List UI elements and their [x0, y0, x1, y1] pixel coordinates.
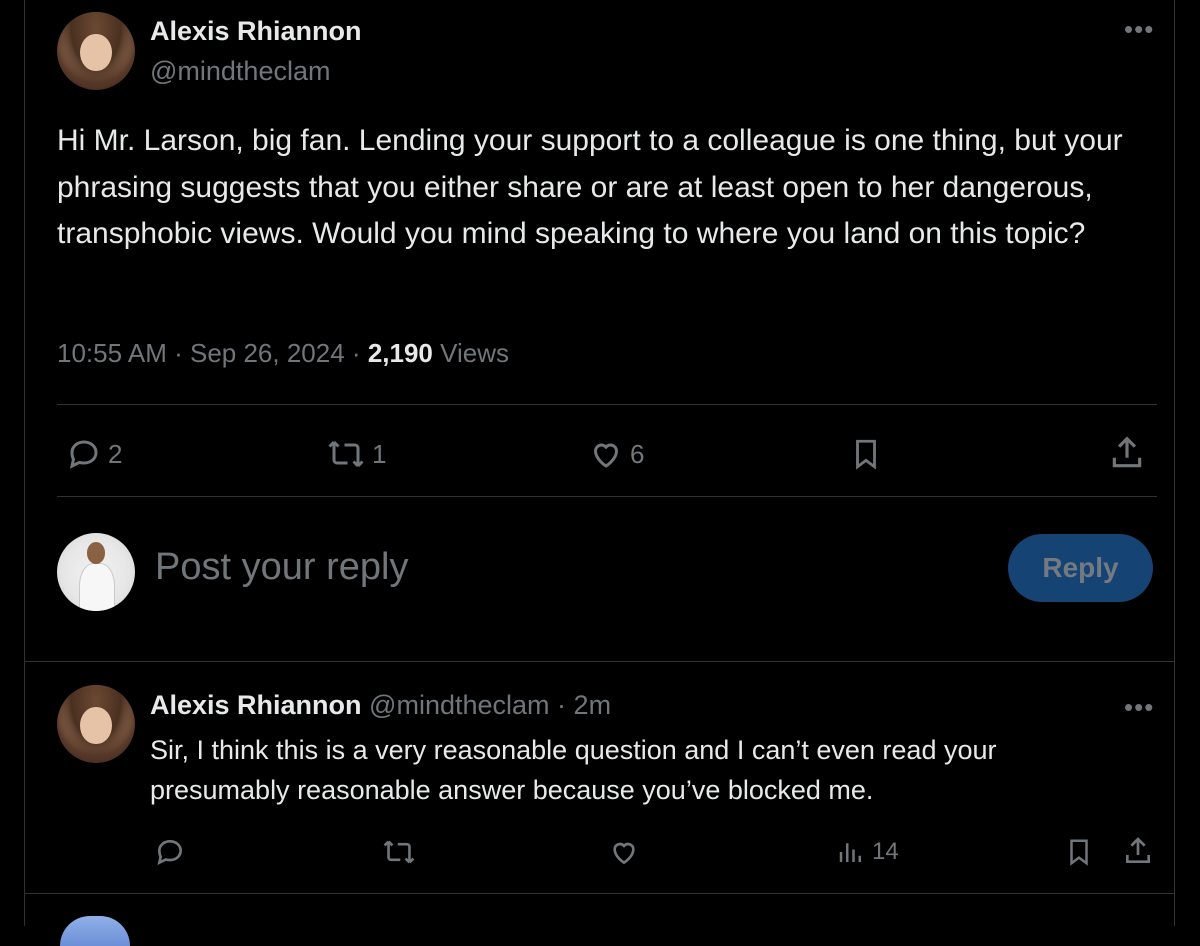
- post-date[interactable]: Sep 26, 2024: [190, 338, 345, 368]
- bookmark-button[interactable]: [849, 436, 883, 472]
- reply-author-avatar[interactable]: [57, 685, 135, 763]
- reply-views-count: 14: [872, 838, 899, 865]
- divider: [57, 496, 1157, 497]
- repost-button[interactable]: 1: [326, 436, 386, 472]
- like-icon: [593, 443, 619, 468]
- current-user-avatar[interactable]: [57, 533, 135, 611]
- reply-button[interactable]: 2: [66, 436, 122, 472]
- post-text: Hi Mr. Larson, big fan. Lending your sup…: [57, 124, 1123, 250]
- reply-bookmark-button[interactable]: [1064, 836, 1094, 868]
- divider: [57, 404, 1157, 405]
- post-time[interactable]: 10:55 AM: [57, 338, 167, 368]
- divider: [24, 661, 1175, 662]
- post-meta: 10:55 AM · Sep 26, 2024 · 2,190 Views: [57, 338, 510, 368]
- divider: [24, 893, 1175, 894]
- reply-text: Sir, I think this is a very reasonable q…: [150, 735, 997, 805]
- next-post-avatar[interactable]: [60, 916, 130, 946]
- like-count: 6: [630, 438, 645, 469]
- reply-reply-button[interactable]: [154, 836, 186, 868]
- reply-age[interactable]: 2m: [574, 690, 612, 720]
- views-label: Views: [440, 338, 510, 368]
- bookmark-icon: [1070, 839, 1088, 866]
- reply-author-handle[interactable]: @mindtheclam: [369, 690, 549, 720]
- views-count: 2,190: [367, 338, 433, 368]
- share-button[interactable]: [1108, 434, 1146, 472]
- repost-icon: [383, 840, 415, 864]
- repost-icon: [328, 440, 364, 468]
- more-icon[interactable]: •••: [1124, 692, 1154, 723]
- like-button[interactable]: 6: [588, 436, 644, 472]
- reply-repost-button[interactable]: [382, 836, 416, 868]
- reply-like-button[interactable]: [608, 836, 640, 868]
- author-handle[interactable]: @mindtheclam: [150, 56, 330, 87]
- repost-count: 1: [372, 438, 387, 469]
- author-name[interactable]: Alexis Rhiannon: [150, 16, 362, 47]
- reply-submit-button[interactable]: Reply: [1008, 534, 1153, 602]
- bookmark-icon: [856, 439, 876, 470]
- reply-share-button[interactable]: [1122, 834, 1154, 868]
- share-icon: [1126, 837, 1150, 863]
- reply-input[interactable]: Post your reply: [155, 546, 408, 589]
- reply-count: 2: [108, 438, 123, 469]
- column-border-right: [1174, 0, 1175, 926]
- share-icon: [1112, 436, 1142, 468]
- reply-icon: [69, 440, 98, 469]
- reply-header: Alexis Rhiannon @mindtheclam · 2m: [150, 690, 612, 720]
- column-border-left: [24, 0, 25, 926]
- reply-icon: [157, 839, 183, 866]
- more-icon[interactable]: •••: [1124, 14, 1154, 45]
- author-avatar[interactable]: [57, 12, 135, 90]
- views-icon: [839, 843, 861, 862]
- like-icon: [613, 842, 635, 865]
- reply-author-name[interactable]: Alexis Rhiannon: [150, 690, 362, 720]
- reply-views-button[interactable]: 14: [836, 836, 899, 868]
